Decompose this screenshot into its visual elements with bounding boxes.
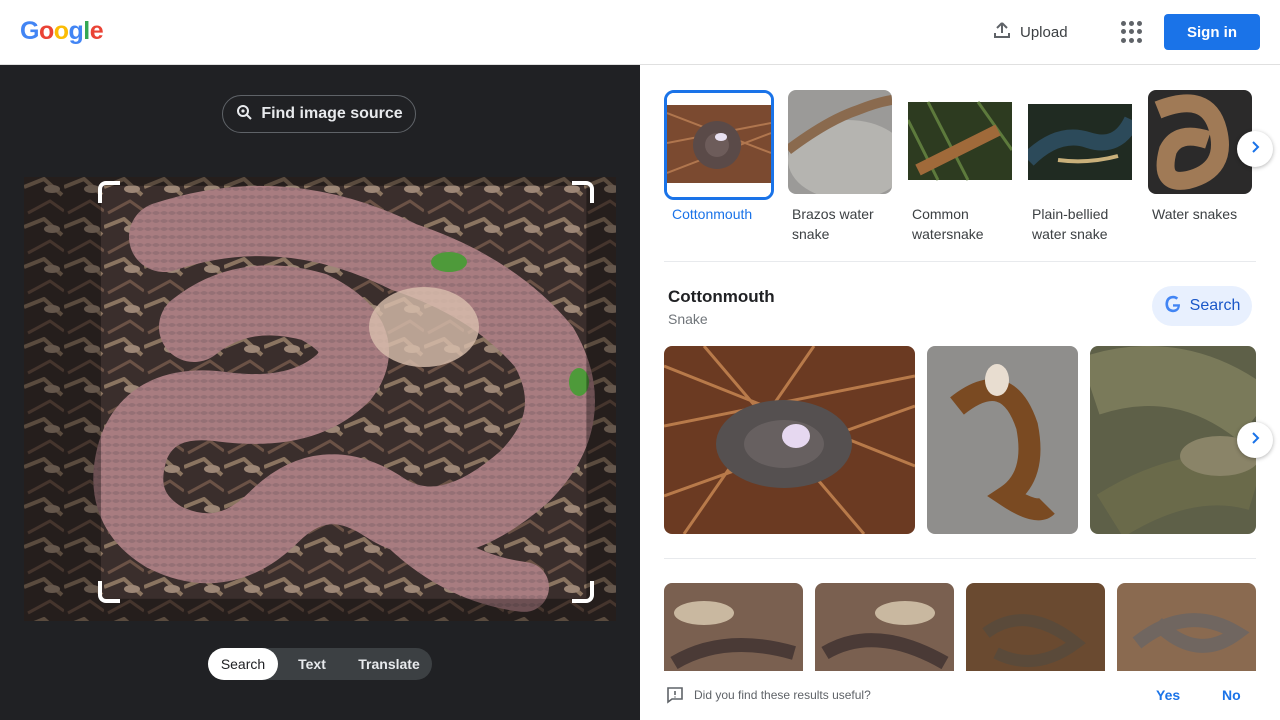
google-logo[interactable]: Google (20, 17, 104, 46)
feedback-no-button[interactable]: No (1222, 687, 1241, 703)
crop-handle-top-right[interactable] (572, 181, 594, 203)
visual-match-image[interactable] (815, 583, 954, 673)
google-g-icon (1164, 295, 1182, 318)
top-bar: Google Upload Sign in (0, 0, 1280, 65)
visual-match-image[interactable] (966, 583, 1105, 673)
related-entities-carousel: Cottonmouth Brazos water snake Common wa… (664, 90, 1256, 250)
related-item-label: Cottonmouth (672, 206, 753, 222)
entity-title: Cottonmouth (668, 287, 775, 306)
result-image[interactable] (1090, 346, 1256, 534)
feedback-question: Did you find these results useful? (694, 688, 871, 702)
google-search-button[interactable]: Search (1152, 286, 1252, 326)
lens-image-pane: Find image source Search Text Translate (0, 65, 640, 720)
chevron-right-icon (1248, 431, 1262, 450)
upload-icon (992, 20, 1012, 44)
related-thumbnail (788, 90, 892, 194)
related-thumbnail (1028, 90, 1132, 194)
related-item-label: Brazos water snake (792, 206, 874, 242)
related-item-common-watersnake[interactable]: Common watersnake (908, 90, 1018, 244)
apps-grid-icon[interactable] (1121, 21, 1143, 43)
related-thumbnail (1148, 90, 1252, 194)
logo-letter: o (53, 17, 69, 45)
divider (664, 261, 1256, 262)
logo-letter: e (89, 17, 104, 45)
crop-handle-bottom-left[interactable] (98, 581, 120, 603)
lens-mode-switch: Search Text Translate (208, 648, 432, 680)
results-pane: Cottonmouth Brazos water snake Common wa… (640, 65, 1280, 720)
related-thumbnail (908, 90, 1012, 194)
mode-translate[interactable]: Translate (346, 648, 432, 680)
related-item-plain-bellied-water-snake[interactable]: Plain-bellied water snake (1028, 90, 1138, 244)
mode-search[interactable]: Search (208, 648, 278, 680)
chevron-right-icon (1248, 140, 1262, 159)
find-image-source-label: Find image source (261, 105, 403, 122)
related-item-label: Plain-bellied water snake (1032, 206, 1109, 242)
images-next-button[interactable] (1237, 422, 1273, 458)
upload-button[interactable]: Upload (992, 20, 1068, 44)
feedback-icon (666, 686, 684, 709)
crop-handle-bottom-right[interactable] (572, 581, 594, 603)
divider (664, 558, 1256, 559)
logo-letter: g (68, 17, 84, 45)
related-thumbnail (664, 90, 774, 200)
logo-letter: G (20, 17, 39, 45)
image-search-icon (235, 103, 253, 126)
related-item-brazos-water-snake[interactable]: Brazos water snake (788, 90, 898, 244)
carousel-next-button[interactable] (1237, 131, 1273, 167)
visual-match-image[interactable] (1117, 583, 1256, 673)
logo-letter: o (38, 17, 54, 45)
google-search-label: Search (1189, 297, 1241, 314)
mode-text[interactable]: Text (278, 648, 346, 680)
crop-handle-top-left[interactable] (98, 181, 120, 203)
feedback-bar: Did you find these results useful? Yes N… (640, 671, 1280, 720)
related-item-label: Common watersnake (912, 206, 984, 242)
related-item-label: Water snakes (1152, 206, 1238, 222)
feedback-yes-button[interactable]: Yes (1156, 687, 1180, 703)
related-item-cottonmouth[interactable]: Cottonmouth (664, 90, 774, 224)
query-photo[interactable] (24, 177, 616, 621)
result-image[interactable] (664, 346, 915, 534)
entity-subtitle: Snake (668, 311, 708, 327)
snake-photo (24, 177, 616, 621)
find-image-source-button[interactable]: Find image source (222, 95, 416, 133)
result-image[interactable] (927, 346, 1078, 534)
sign-in-button[interactable]: Sign in (1164, 14, 1260, 50)
visual-match-image[interactable] (664, 583, 803, 673)
upload-label: Upload (1020, 23, 1068, 41)
